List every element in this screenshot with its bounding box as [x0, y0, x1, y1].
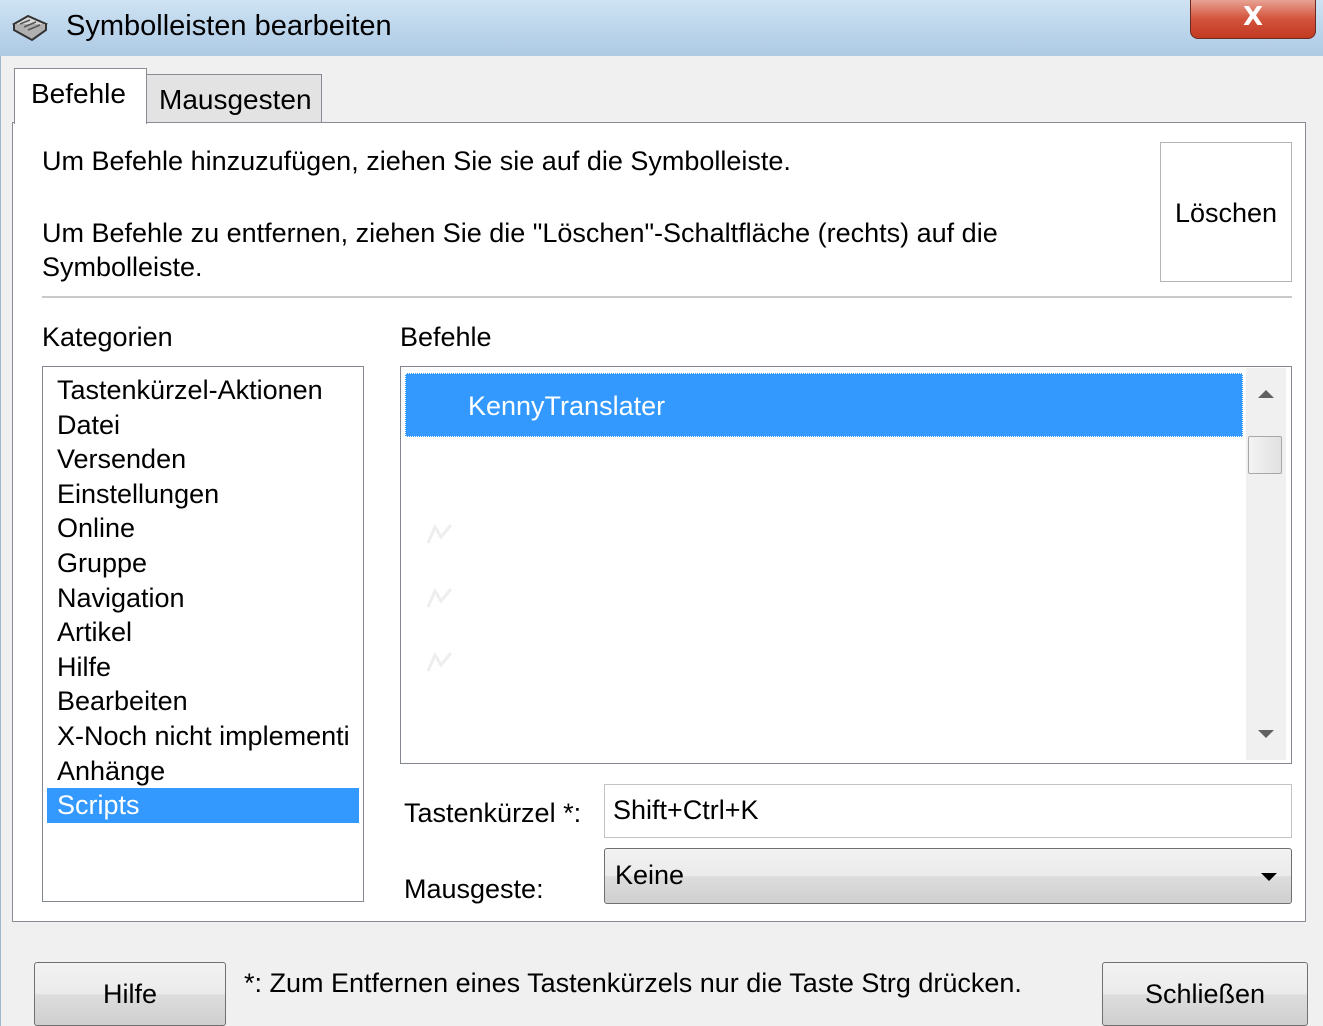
gesture-select[interactable]: Keine	[604, 848, 1292, 904]
add-hint-text: Um Befehle hinzuzufügen, ziehen Sie sie …	[42, 146, 791, 176]
gesture-label: Mausgeste:	[404, 874, 544, 904]
commands-label: Befehle	[400, 322, 492, 352]
command-item[interactable]	[405, 693, 1243, 757]
shortcut-label: Tastenkürzel *:	[404, 798, 582, 828]
category-item[interactable]: Gruppe	[47, 546, 359, 581]
categories-label: Kategorien	[42, 322, 173, 352]
category-item[interactable]: Online	[47, 511, 359, 546]
category-item[interactable]: Tastenkürzel-Aktionen	[47, 373, 359, 408]
scroll-up-arrow-icon[interactable]	[1258, 390, 1274, 398]
category-item[interactable]: Navigation	[47, 581, 359, 616]
app-icon	[11, 14, 49, 42]
command-item[interactable]	[405, 629, 1243, 693]
category-item[interactable]: Anhänge	[47, 754, 359, 789]
commands-scrollbar[interactable]	[1246, 368, 1286, 760]
shortcut-footnote: *: Zum Entfernen eines Tastenkürzels nur…	[244, 968, 1022, 998]
category-item[interactable]: Artikel	[47, 615, 359, 650]
chevron-down-icon	[1261, 873, 1277, 881]
category-item[interactable]: X-Noch nicht implementi	[47, 719, 359, 754]
window-close-button[interactable]: X	[1190, 0, 1316, 39]
category-item[interactable]: Versenden	[47, 442, 359, 477]
category-item-selected[interactable]: Scripts	[47, 788, 359, 823]
delete-button[interactable]: Löschen	[1160, 142, 1292, 282]
scrollbar-thumb[interactable]	[1248, 436, 1282, 474]
commands-list[interactable]: KennyTranslater	[400, 366, 1292, 764]
tab-befehle[interactable]: Befehle	[14, 68, 147, 124]
tab-mausgesten[interactable]: Mausgesten	[146, 74, 322, 122]
gesture-value: Keine	[615, 860, 685, 890]
close-button[interactable]: Schließen	[1102, 962, 1308, 1026]
separator	[42, 296, 1292, 298]
command-item[interactable]	[405, 437, 1243, 501]
command-label: KennyTranslater	[468, 391, 666, 421]
help-button[interactable]: Hilfe	[34, 962, 226, 1026]
category-item[interactable]: Hilfe	[47, 650, 359, 685]
categories-list[interactable]: Tastenkürzel-Aktionen Datei Versenden Ei…	[42, 366, 364, 902]
shortcut-input[interactable]: Shift+Ctrl+K	[604, 784, 1292, 838]
title-bar: Symbolleisten bearbeiten X	[0, 0, 1323, 56]
command-icon	[426, 587, 453, 608]
remove-hint-text: Um Befehle zu entfernen, ziehen Sie die …	[42, 218, 998, 282]
category-item[interactable]: Datei	[47, 408, 359, 443]
window-title: Symbolleisten bearbeiten	[66, 10, 392, 42]
command-item[interactable]	[405, 501, 1243, 565]
category-item[interactable]: Bearbeiten	[47, 684, 359, 719]
command-item-selected[interactable]: KennyTranslater	[405, 373, 1243, 437]
command-icon	[426, 523, 453, 544]
category-item[interactable]: Einstellungen	[47, 477, 359, 512]
command-item[interactable]	[405, 565, 1243, 629]
scroll-down-arrow-icon[interactable]	[1258, 730, 1274, 738]
command-icon	[426, 651, 453, 672]
